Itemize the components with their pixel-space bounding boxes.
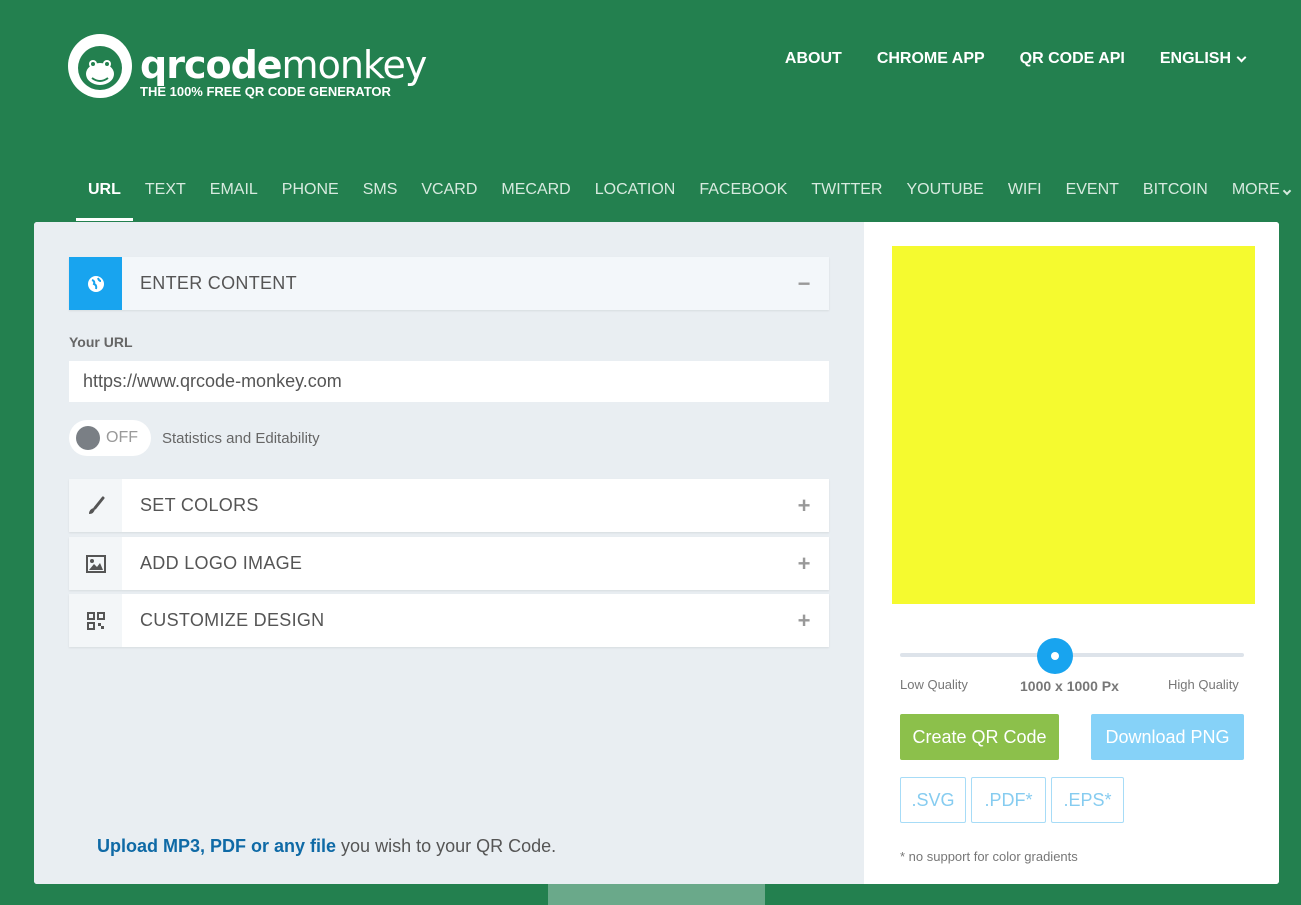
toggle-state: OFF [106, 429, 138, 446]
tab-label: MORE [1231, 181, 1280, 198]
tab-label: FACEBOOK [699, 181, 788, 198]
logo[interactable]: qrcodemonkey THE 100% FREE QR CODE GENER… [68, 34, 427, 104]
tab-facebook[interactable]: FACEBOOK [687, 178, 799, 221]
monkey-logo-icon [68, 34, 132, 98]
download-pdf-button[interactable]: .PDF* [971, 777, 1046, 823]
globe-icon [69, 257, 122, 310]
language-label: ENGLISH [1159, 50, 1231, 67]
tab-youtube[interactable]: YOUTUBE [894, 178, 995, 221]
tab-label: LOCATION [594, 181, 676, 198]
url-input[interactable] [69, 361, 829, 402]
download-svg-button[interactable]: .SVG [900, 777, 966, 823]
tab-event[interactable]: EVENT [1054, 178, 1131, 221]
tab-mecard[interactable]: MECARD [489, 178, 582, 221]
quality-slider-handle[interactable] [1037, 638, 1073, 674]
tab-wifi[interactable]: WIFI [996, 178, 1054, 221]
expand-icon[interactable]: + [779, 551, 829, 577]
upload-hint: Upload MP3, PDF or any file you wish to … [97, 836, 556, 857]
resolution-label: 1000 x 1000 Px [1020, 678, 1119, 694]
editor-column: ENTER CONTENT − Your URL OFF Statistics … [34, 222, 864, 884]
tab-label: SMS [362, 181, 398, 198]
generator-card: ENTER CONTENT − Your URL OFF Statistics … [34, 222, 1279, 884]
tab-label: TEXT [144, 181, 186, 198]
collapse-icon[interactable]: − [779, 271, 829, 297]
high-quality-label: High Quality [1168, 677, 1239, 692]
tab-vcard[interactable]: VCARD [409, 178, 489, 221]
tab-url[interactable]: URL [76, 178, 133, 221]
chevron-down-icon [1236, 52, 1247, 62]
tab-bitcoin[interactable]: BITCOIN [1131, 178, 1220, 221]
expand-icon[interactable]: + [779, 493, 829, 519]
set-colors-panel-header[interactable]: SET COLORS + [69, 479, 829, 532]
panel-title: ENTER CONTENT [140, 273, 297, 293]
image-icon [69, 537, 122, 590]
paintbrush-icon [69, 479, 122, 532]
tab-label: PHONE [281, 181, 339, 198]
download-png-button[interactable]: Download PNG [1091, 714, 1244, 760]
nav-chrome-app[interactable]: CHROME APP [877, 50, 985, 68]
brand-name: qrcodemonkey [140, 43, 427, 87]
tab-more[interactable]: MORE [1220, 178, 1301, 221]
tab-text[interactable]: TEXT [133, 178, 198, 221]
bottom-tab-partial[interactable] [548, 884, 765, 905]
panel-title: SET COLORS [140, 495, 259, 515]
panel-title: ADD LOGO IMAGE [140, 553, 303, 573]
top-nav: ABOUT CHROME APP QR CODE API ENGLISH [785, 50, 1247, 68]
customize-design-panel-header[interactable]: CUSTOMIZE DESIGN + [69, 594, 829, 647]
tab-twitter[interactable]: TWITTER [799, 178, 894, 221]
upload-file-link[interactable]: Upload MP3, PDF or any file [97, 836, 336, 856]
tab-phone[interactable]: PHONE [270, 178, 351, 221]
tab-label: EVENT [1065, 181, 1119, 198]
chevron-down-icon [1282, 186, 1292, 196]
toggle-knob [76, 426, 100, 450]
low-quality-label: Low Quality [900, 677, 968, 692]
gradient-support-note: * no support for color gradients [900, 849, 1078, 864]
tab-location[interactable]: LOCATION [583, 178, 688, 221]
nav-about[interactable]: ABOUT [785, 50, 842, 68]
nav-qr-code-api[interactable]: QR CODE API [1020, 50, 1125, 68]
tab-label: EMAIL [209, 181, 258, 198]
nav-language-dropdown[interactable]: ENGLISH [1159, 50, 1247, 68]
qr-code-icon [69, 594, 122, 647]
statistics-label: Statistics and Editability [162, 430, 320, 447]
statistics-toggle[interactable]: OFF [69, 420, 151, 456]
tab-label: TWITTER [811, 181, 883, 198]
tab-email[interactable]: EMAIL [198, 178, 270, 221]
tab-label: WIFI [1007, 181, 1042, 198]
tab-label: VCARD [421, 181, 478, 198]
url-label: Your URL [69, 334, 133, 350]
brand-tagline: THE 100% FREE QR CODE GENERATOR [140, 84, 391, 99]
tab-label: BITCOIN [1142, 181, 1208, 198]
tab-sms[interactable]: SMS [351, 178, 410, 221]
tab-label: MECARD [501, 181, 571, 198]
content-type-tabs: URL TEXT EMAIL PHONE SMS VCARD MECARD LOCATION F… [76, 178, 1301, 221]
panel-title: CUSTOMIZE DESIGN [140, 610, 325, 630]
enter-content-panel-header[interactable]: ENTER CONTENT − [69, 257, 829, 310]
create-qr-code-button[interactable]: Create QR Code [900, 714, 1059, 760]
tab-label: YOUTUBE [906, 181, 984, 198]
upload-hint-text: you wish to your QR Code. [336, 836, 557, 856]
tab-label: URL [88, 181, 121, 198]
add-logo-panel-header[interactable]: ADD LOGO IMAGE + [69, 537, 829, 590]
download-eps-button[interactable]: .EPS* [1051, 777, 1124, 823]
qr-code-preview [892, 246, 1255, 604]
expand-icon[interactable]: + [779, 608, 829, 634]
preview-column: Low Quality 1000 x 1000 Px High Quality … [864, 222, 1279, 884]
